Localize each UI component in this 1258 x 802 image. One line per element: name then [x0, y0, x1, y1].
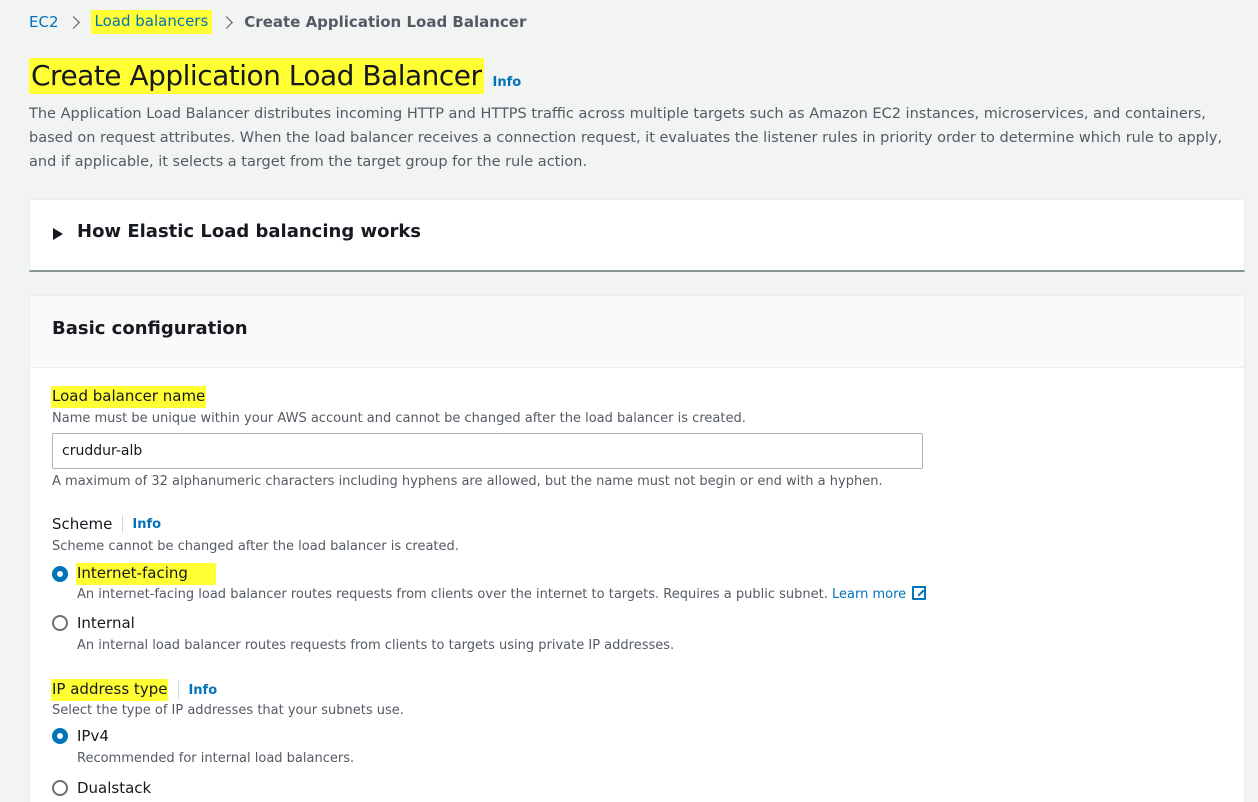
- scheme-info-link[interactable]: Info: [132, 517, 161, 532]
- radio-dualstack[interactable]: [52, 780, 68, 796]
- ipv4-description: Recommended for internal load balancers.: [77, 751, 355, 766]
- chevron-right-icon: [69, 17, 79, 27]
- internet-facing-description-text: An internet-facing load balancer routes …: [77, 587, 828, 602]
- breadcrumb-load-balancers[interactable]: Load balancers: [90, 10, 213, 34]
- load-balancer-name-label: Load balancer name: [51, 386, 207, 408]
- header-info-link[interactable]: Info: [493, 75, 522, 90]
- basic-configuration-panel: Basic configuration Load balancer name N…: [29, 295, 1245, 802]
- radio-label-internal[interactable]: Internal: [77, 614, 135, 632]
- radio-internal[interactable]: [52, 615, 68, 631]
- how-elb-works-expander[interactable]: How Elastic Load balancing works: [29, 199, 1245, 272]
- page-header: Create Application Load Balancer Info: [29, 58, 521, 94]
- ip-type-header: IP address type Info: [51, 679, 217, 701]
- breadcrumb: EC2 Load balancers Create Application Lo…: [29, 10, 527, 34]
- panel-header: Basic configuration: [30, 296, 1244, 368]
- radio-label-ipv4[interactable]: IPv4: [77, 727, 109, 745]
- panel-title: Basic configuration: [52, 318, 248, 339]
- scheme-header: Scheme Info: [52, 515, 161, 533]
- caret-right-icon: [53, 228, 63, 240]
- radio-label-internet-facing[interactable]: Internet-facing: [76, 563, 216, 585]
- internet-facing-description: An internet-facing load balancer routes …: [77, 585, 928, 602]
- scheme-option-internet-facing[interactable]: Internet-facing: [52, 563, 216, 585]
- scheme-description: Scheme cannot be changed after the load …: [52, 539, 459, 554]
- load-balancer-name-description: Name must be unique within your AWS acco…: [52, 411, 746, 426]
- breadcrumb-current: Create Application Load Balancer: [244, 13, 527, 31]
- scheme-option-internal[interactable]: Internal: [52, 614, 135, 632]
- divider: [122, 515, 124, 533]
- divider: [178, 681, 180, 699]
- load-balancer-name-input[interactable]: [52, 433, 923, 469]
- expander-title: How Elastic Load balancing works: [77, 221, 422, 242]
- radio-ipv4[interactable]: [52, 728, 68, 744]
- radio-internet-facing[interactable]: [52, 566, 68, 582]
- ip-option-dualstack[interactable]: Dualstack: [52, 779, 151, 797]
- page-description: The Application Load Balancer distribute…: [29, 106, 1223, 170]
- internal-description: An internal load balancer routes request…: [77, 638, 675, 653]
- ip-type-description: Select the type of IP addresses that you…: [52, 703, 404, 718]
- page-title: Create Application Load Balancer: [29, 58, 484, 94]
- chevron-right-icon: [222, 17, 232, 27]
- breadcrumb-ec2[interactable]: EC2: [29, 13, 59, 31]
- radio-label-dualstack[interactable]: Dualstack: [77, 779, 151, 797]
- ip-option-ipv4[interactable]: IPv4: [52, 727, 109, 745]
- learn-more-link[interactable]: Learn more: [832, 587, 906, 602]
- page: EC2 Load balancers Create Application Lo…: [0, 0, 1258, 802]
- scheme-label: Scheme: [52, 515, 113, 533]
- external-link-icon[interactable]: [912, 585, 928, 600]
- ip-type-info-link[interactable]: Info: [188, 683, 217, 698]
- ip-address-type-label: IP address type: [51, 679, 169, 701]
- load-balancer-name-constraint: A maximum of 32 alphanumeric characters …: [52, 474, 883, 489]
